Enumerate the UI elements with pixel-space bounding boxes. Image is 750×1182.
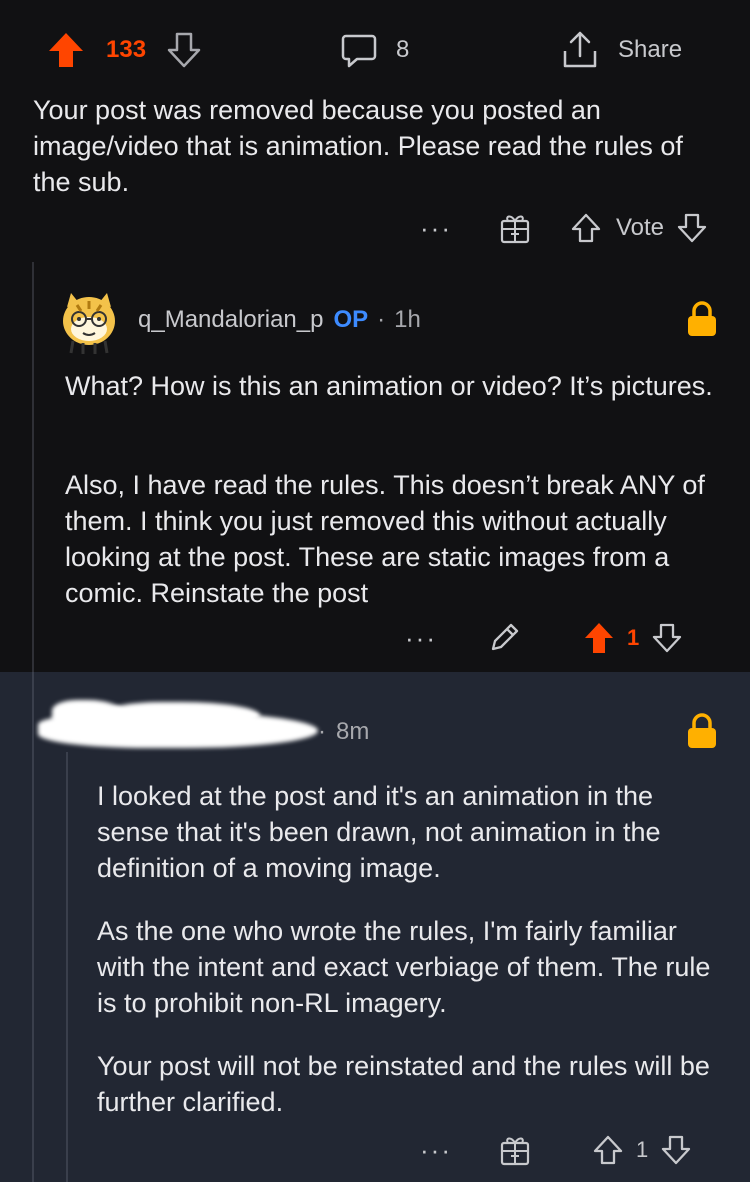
downvote-icon[interactable] (676, 212, 708, 244)
highlighted-reply: · 8m I looked at the post and it's an an… (0, 672, 750, 1182)
post-vote-bar: 133 (46, 28, 202, 72)
thread-line (66, 752, 68, 1182)
timestamp: 8m (336, 718, 370, 745)
automod-comment-actions: ··· Vote (420, 206, 708, 250)
score: 1 (626, 625, 640, 650)
downvote-icon[interactable] (651, 622, 683, 654)
edit-icon[interactable] (487, 621, 521, 655)
mod-comment-actions: ··· 1 (420, 1130, 692, 1170)
downvote-icon[interactable] (166, 31, 202, 69)
timestamp: 1h (394, 306, 421, 333)
comment-icon (340, 31, 378, 69)
more-options-button[interactable]: ··· (405, 625, 437, 651)
op-comment-actions: ··· 1 (405, 618, 683, 658)
award-icon[interactable] (500, 212, 530, 244)
mod-comment-paragraph: Your post will not be reinstated and the… (97, 1051, 710, 1117)
thread-line (32, 672, 34, 1182)
upvote-icon[interactable] (583, 621, 615, 655)
thread-line (32, 262, 34, 672)
more-options-button[interactable]: ··· (420, 1137, 452, 1163)
more-options-button[interactable]: ··· (420, 215, 452, 241)
op-comment-paragraph: What? How is this an animation or video?… (65, 371, 713, 401)
share-button[interactable]: Share (560, 28, 682, 72)
mod-comment-paragraph: As the one who wrote the rules, I'm fair… (97, 916, 711, 1018)
lock-icon (685, 300, 719, 338)
mod-comment-paragraph: I looked at the post and it's an animati… (97, 781, 661, 883)
comment-thread: 133 8 Share Your post was removed becaus… (0, 0, 750, 672)
automod-comment-text: Your post was removed because you posted… (33, 95, 683, 197)
share-label: Share (618, 36, 683, 63)
downvote-icon[interactable] (660, 1134, 692, 1166)
separator: · (318, 718, 326, 745)
upvote-icon[interactable] (46, 30, 86, 70)
op-comment-meta: q_Mandalorian_p OP · 1h (138, 302, 421, 338)
comments-button[interactable]: 8 (340, 30, 409, 70)
award-icon[interactable] (500, 1134, 530, 1166)
op-comment-paragraph: Also, I have read the rules. This doesn’… (65, 470, 705, 608)
op-badge: OP (333, 306, 369, 333)
upvote-count: 133 (106, 36, 147, 63)
vote-label: Vote (615, 214, 665, 241)
avatar[interactable] (57, 283, 121, 355)
separator: · (377, 306, 386, 333)
upvote-icon[interactable] (592, 1134, 624, 1166)
score: 1 (635, 1137, 649, 1162)
username[interactable]: q_Mandalorian_p (138, 306, 323, 334)
upvote-icon[interactable] (570, 212, 602, 244)
lock-icon (685, 712, 719, 750)
mod-comment-meta: · 8m (318, 714, 369, 750)
share-icon (560, 29, 600, 71)
comment-count: 8 (396, 36, 410, 63)
